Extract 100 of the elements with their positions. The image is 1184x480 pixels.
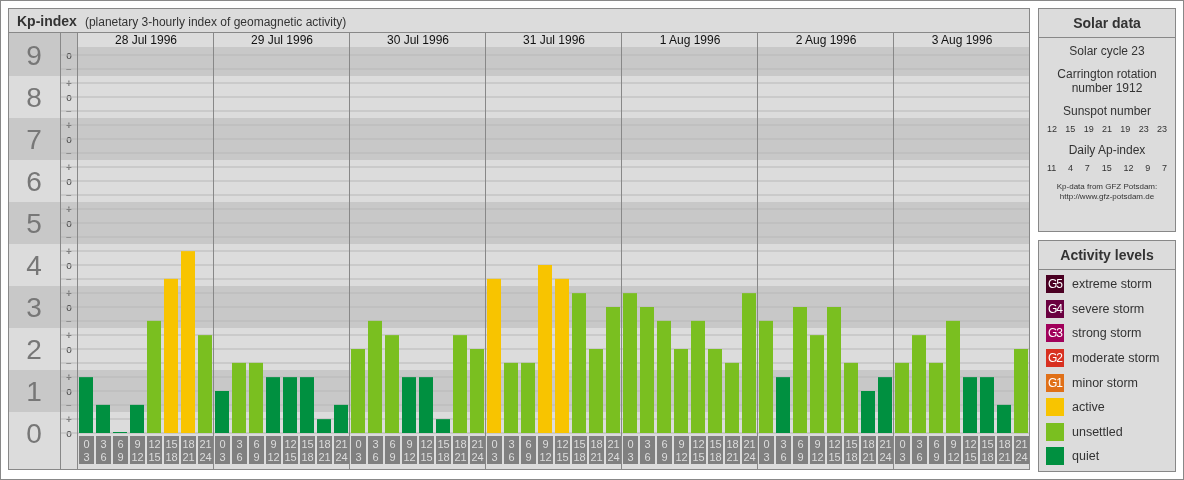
ap-index-value: 15 [1101, 163, 1112, 173]
storm-level-badge: G4 [1046, 299, 1064, 318]
time-slot-label: 18 21 [453, 436, 468, 464]
time-slot-label: 3 6 [776, 436, 791, 464]
kp-bar [317, 419, 331, 433]
kp-bar [980, 377, 994, 433]
kp-bar [283, 377, 297, 433]
time-slot-label: 15 18 [708, 436, 723, 464]
time-slot-label: 18 21 [589, 436, 604, 464]
panel-title: Kp-index [17, 13, 77, 29]
kp-third-mark: + [66, 287, 72, 299]
kp-bar [300, 377, 314, 433]
time-slot-label: 12 15 [283, 436, 298, 464]
x-tick-label: 0 3 [219, 438, 226, 463]
time-slot-label: 6 9 [249, 436, 264, 464]
kp-bar [249, 362, 263, 433]
kp-bar [232, 362, 246, 433]
x-tick-label: 6 9 [525, 438, 532, 463]
time-slot-label: 21 24 [334, 436, 349, 464]
ap-index-value: 9 [1145, 163, 1151, 173]
x-tick-label: 3 6 [508, 438, 515, 463]
storm-level-badge: G5 [1046, 275, 1064, 294]
time-slot-label: 18 21 [181, 436, 196, 464]
sunspot-value: 21 [1102, 124, 1112, 134]
x-tick-label: 3 6 [100, 438, 107, 463]
kp-bar [334, 404, 348, 433]
kp-third-mark: + [66, 203, 72, 215]
kp-third-mark: + [66, 77, 72, 89]
legend-label: severe storm [1072, 301, 1145, 316]
kp-third-mark: + [66, 329, 72, 341]
time-slot-label: 0 3 [215, 436, 230, 464]
panel-subtitle: (planetary 3-hourly index of geomagnetic activity) [84, 15, 347, 29]
kp-scale-number: 6 [26, 166, 42, 197]
kp-bar [725, 362, 739, 433]
kp-third-mark: − [66, 105, 72, 117]
kp-third-mark: + [66, 245, 72, 257]
legend-label: unsettled [1072, 424, 1123, 439]
time-slot-label: 3 6 [640, 436, 655, 464]
time-slot-label: 3 6 [504, 436, 519, 464]
time-slot-label: 12 15 [691, 436, 706, 464]
carrington-rotation-text: Carrington rotation number 1912 [1056, 67, 1158, 95]
time-slot-label: 0 3 [79, 436, 94, 464]
kp-bar [895, 362, 909, 433]
sunspot-value: 15 [1065, 124, 1076, 134]
kp-third-mark: − [66, 189, 72, 201]
kp-bar [878, 377, 892, 433]
time-slot-label: 15 18 [844, 436, 859, 464]
sunspot-value: 19 [1120, 124, 1131, 134]
kp-bar [844, 362, 858, 433]
x-tick-label: 0 3 [355, 438, 362, 463]
date-label: 30 Jul 1996 [386, 33, 450, 47]
ap-index-label: Daily Ap-index [1067, 143, 1147, 157]
kp-bar [521, 362, 535, 433]
legend-label: minor storm [1072, 375, 1138, 390]
time-slot-label: 6 9 [385, 436, 400, 464]
date-label: 3 Aug 1996 [931, 33, 993, 47]
panel-title: Activity levels [1039, 241, 1175, 270]
time-slot-label: 15 18 [980, 436, 995, 464]
legend-label: strong storm [1072, 326, 1142, 341]
kp-third-mark: o [66, 91, 72, 103]
x-tick-label: 6 9 [389, 438, 396, 463]
time-slot-label: 6 9 [113, 436, 128, 464]
ap-index-value: 11 [1047, 163, 1057, 173]
x-tick-label: 6 9 [117, 438, 124, 463]
x-tick-label: 0 3 [491, 438, 498, 463]
kp-third-mark: o [66, 427, 72, 439]
time-slot-label: 9 12 [674, 436, 689, 464]
kp-third-mark: + [66, 371, 72, 383]
time-slot-label: 12 15 [963, 436, 978, 464]
sunspot-value: 12 [1047, 124, 1057, 134]
time-slot-label: 12 15 [419, 436, 434, 464]
storm-level-badge: G1 [1046, 373, 1064, 392]
sunspot-value: 23 [1156, 124, 1167, 134]
kp-third-mark: − [66, 147, 72, 159]
time-slot-label: 21 24 [878, 436, 893, 464]
legend-label: extreme storm [1072, 277, 1152, 292]
kp-scale-number: 5 [26, 208, 42, 239]
kp-third-mark: + [66, 119, 72, 131]
time-slot-label: 0 3 [623, 436, 638, 464]
time-slot-label: 9 12 [402, 436, 417, 464]
x-tick-label: 0 3 [899, 438, 906, 463]
kp-third-mark: o [66, 49, 72, 61]
time-slot-label: 3 6 [96, 436, 111, 464]
time-slot-label: 0 3 [351, 436, 366, 464]
kp-scale-number: 2 [26, 334, 42, 365]
x-tick-label: 0 3 [763, 438, 770, 463]
source-text: Kp-data from GFZ Potsdam: [1055, 182, 1159, 192]
storm-level-badge: G3 [1046, 324, 1064, 343]
kp-scale-number: 7 [26, 124, 42, 155]
ap-index-value: 7 [1161, 163, 1167, 173]
time-slot-label: 21 24 [470, 436, 485, 464]
time-slot-label: 12 15 [147, 436, 162, 464]
x-tick-label: 6 9 [253, 438, 260, 463]
kp-bar [776, 377, 790, 433]
time-slot-label: 9 12 [810, 436, 825, 464]
date-label: 2 Aug 1996 [795, 33, 857, 47]
time-slot-label: 15 18 [164, 436, 179, 464]
date-label: 1 Aug 1996 [659, 33, 721, 47]
kp-third-mark: + [66, 413, 72, 425]
kp-third-mark: − [66, 315, 72, 327]
